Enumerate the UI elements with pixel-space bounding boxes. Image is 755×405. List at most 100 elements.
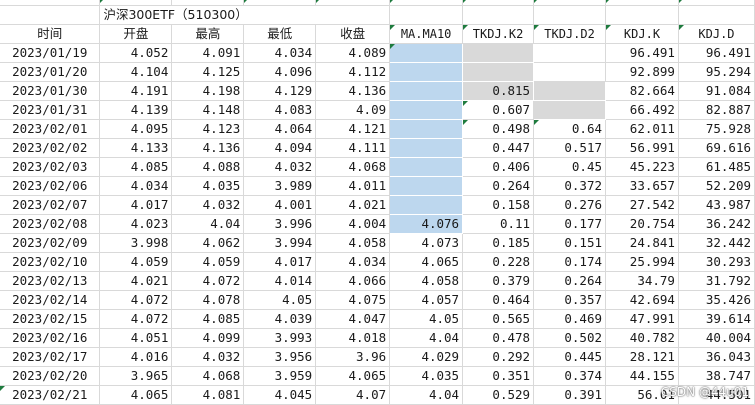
cell-kdj-d[interactable]: 39.614 xyxy=(678,309,755,329)
cell-tkdj-d2[interactable]: 0.469 xyxy=(533,309,607,329)
cell-high[interactable]: 4.099 xyxy=(171,328,245,348)
cell-tkdj-k2[interactable]: 0.292 xyxy=(462,347,535,367)
cell-date[interactable]: 2023/02/14 xyxy=(0,290,101,310)
cell-kdj-d[interactable]: 61.485 xyxy=(678,157,755,177)
cell-low[interactable]: 4.034 xyxy=(243,43,317,63)
cell-tkdj-k2[interactable]: 0.498 xyxy=(462,119,535,139)
cell-date[interactable]: 2023/02/10 xyxy=(0,252,101,272)
cell[interactable] xyxy=(533,5,607,25)
cell-kdj-d[interactable]: 35.426 xyxy=(678,290,755,310)
cell-low[interactable]: 4.014 xyxy=(243,271,317,291)
cell-open[interactable]: 4.021 xyxy=(99,271,173,291)
cell-ma10[interactable]: 4.065 xyxy=(389,252,464,272)
cell-ma10[interactable]: 4.073 xyxy=(389,233,464,253)
cell-high[interactable]: 4.068 xyxy=(171,366,245,386)
cell-low[interactable]: 4.096 xyxy=(243,62,317,82)
cell-kdj-k[interactable]: 92.899 xyxy=(605,62,679,82)
cell-tkdj-d2[interactable]: 0.357 xyxy=(533,290,607,310)
cell-date[interactable]: 2023/01/20 xyxy=(0,62,101,82)
cell-tkdj-k2[interactable]: 0.264 xyxy=(462,176,535,196)
cell-low[interactable]: 4.094 xyxy=(243,138,317,158)
cell-tkdj-k2[interactable]: 0.478 xyxy=(462,328,535,348)
cell-open[interactable]: 4.017 xyxy=(99,195,173,215)
cell-ma10[interactable]: 4.04 xyxy=(389,328,464,348)
cell-date[interactable]: 2023/02/21 xyxy=(0,385,101,405)
cell-tkdj-k2[interactable]: 0.158 xyxy=(462,195,535,215)
cell-date[interactable]: 2023/01/19 xyxy=(0,43,101,63)
header-cell-tkdj-d2[interactable]: TKDJ.D2 xyxy=(533,24,607,44)
cell-open[interactable]: 4.034 xyxy=(99,176,173,196)
header-cell-close[interactable]: 收盘 xyxy=(315,24,391,44)
cell-tkdj-k2[interactable]: 0.351 xyxy=(462,366,535,386)
cell-close[interactable]: 4.066 xyxy=(315,271,391,291)
cell-tkdj-d2[interactable]: 0.64 xyxy=(533,119,607,139)
cell-ma10[interactable] xyxy=(389,157,463,176)
cell-date[interactable]: 2023/02/02 xyxy=(0,138,101,158)
cell-date[interactable]: 2023/01/30 xyxy=(0,81,101,101)
cell-tkdj-k2[interactable]: 0.228 xyxy=(462,252,535,272)
cell-kdj-k[interactable]: 45.223 xyxy=(605,157,679,177)
cell-kdj-d[interactable]: 31.792 xyxy=(678,271,755,291)
cell-high[interactable]: 4.059 xyxy=(171,252,245,272)
cell-tkdj-k2[interactable]: 0.406 xyxy=(462,157,535,177)
cell[interactable] xyxy=(678,5,755,25)
cell-tkdj-d2[interactable]: 0.177 xyxy=(533,214,607,234)
cell-high[interactable]: 4.078 xyxy=(171,290,245,310)
cell-tkdj-d2[interactable]: 0.151 xyxy=(533,233,607,253)
cell-close[interactable]: 4.136 xyxy=(315,81,391,101)
cell-high[interactable]: 4.123 xyxy=(171,119,245,139)
cell-date[interactable]: 2023/02/15 xyxy=(0,309,101,329)
cell-low[interactable]: 4.083 xyxy=(243,100,317,120)
cell-open[interactable]: 4.016 xyxy=(99,347,173,367)
cell-kdj-d[interactable]: 52.209 xyxy=(678,176,755,196)
cell-date[interactable]: 2023/02/17 xyxy=(0,347,101,367)
cell-close[interactable]: 4.034 xyxy=(315,252,391,272)
cell-tkdj-k2[interactable]: 0.565 xyxy=(462,309,535,329)
cell-close[interactable]: 4.121 xyxy=(315,119,391,139)
cell-kdj-k[interactable]: 62.011 xyxy=(605,119,679,139)
cell-low[interactable]: 4.064 xyxy=(243,119,317,139)
cell-ma10[interactable]: 4.05 xyxy=(389,309,464,329)
cell-ma10[interactable] xyxy=(389,138,463,157)
cell-date[interactable]: 2023/02/03 xyxy=(0,157,101,177)
cell-kdj-k[interactable]: 44.155 xyxy=(605,366,679,386)
cell-high[interactable]: 4.136 xyxy=(171,138,245,158)
cell-low[interactable]: 4.001 xyxy=(243,195,317,215)
cell-tkdj-k2[interactable]: 0.379 xyxy=(462,271,535,291)
cell-open[interactable]: 4.023 xyxy=(99,214,173,234)
cell-open[interactable]: 4.065 xyxy=(99,385,173,405)
cell-kdj-k[interactable]: 33.657 xyxy=(605,176,679,196)
cell-open[interactable]: 4.104 xyxy=(99,62,173,82)
cell-kdj-k[interactable]: 34.79 xyxy=(605,271,679,291)
cell-tkdj-d2[interactable]: 0.391 xyxy=(533,385,607,405)
cell-close[interactable]: 4.111 xyxy=(315,138,391,158)
cell-kdj-d[interactable]: 44.501 xyxy=(678,385,755,405)
cell-high[interactable]: 4.081 xyxy=(171,385,245,405)
cell-close[interactable]: 4.112 xyxy=(315,62,391,82)
cell-close[interactable]: 4.018 xyxy=(315,328,391,348)
cell-tkdj-d2[interactable] xyxy=(533,43,607,63)
cell-kdj-k[interactable]: 82.664 xyxy=(605,81,679,101)
cell-open[interactable]: 4.133 xyxy=(99,138,173,158)
cell-low[interactable]: 4.05 xyxy=(243,290,317,310)
cell-date[interactable]: 2023/02/13 xyxy=(0,271,101,291)
cell-tkdj-d2[interactable] xyxy=(533,81,606,100)
cell-ma10[interactable]: 4.057 xyxy=(389,290,464,310)
cell-kdj-d[interactable]: 82.887 xyxy=(678,100,755,120)
cell-high[interactable]: 4.032 xyxy=(171,347,245,367)
cell-tkdj-k2[interactable]: 0.464 xyxy=(462,290,535,310)
cell-ma10[interactable]: 4.076 xyxy=(389,214,463,233)
cell-open[interactable]: 4.072 xyxy=(99,290,173,310)
header-cell-tkdj-k2[interactable]: TKDJ.K2 xyxy=(462,24,535,44)
cell-ma10[interactable] xyxy=(389,43,463,62)
cell-tkdj-d2[interactable]: 0.502 xyxy=(533,328,607,348)
cell-low[interactable]: 3.959 xyxy=(243,366,317,386)
cell-ma10[interactable] xyxy=(389,62,463,81)
cell-low[interactable]: 3.989 xyxy=(243,176,317,196)
cell-close[interactable]: 4.09 xyxy=(315,100,391,120)
cell-tkdj-k2[interactable] xyxy=(462,43,534,62)
cell-ma10[interactable] xyxy=(389,100,463,119)
cell-kdj-k[interactable]: 24.841 xyxy=(605,233,679,253)
cell-close[interactable]: 3.96 xyxy=(315,347,391,367)
cell-tkdj-k2[interactable]: 0.607 xyxy=(462,100,535,120)
